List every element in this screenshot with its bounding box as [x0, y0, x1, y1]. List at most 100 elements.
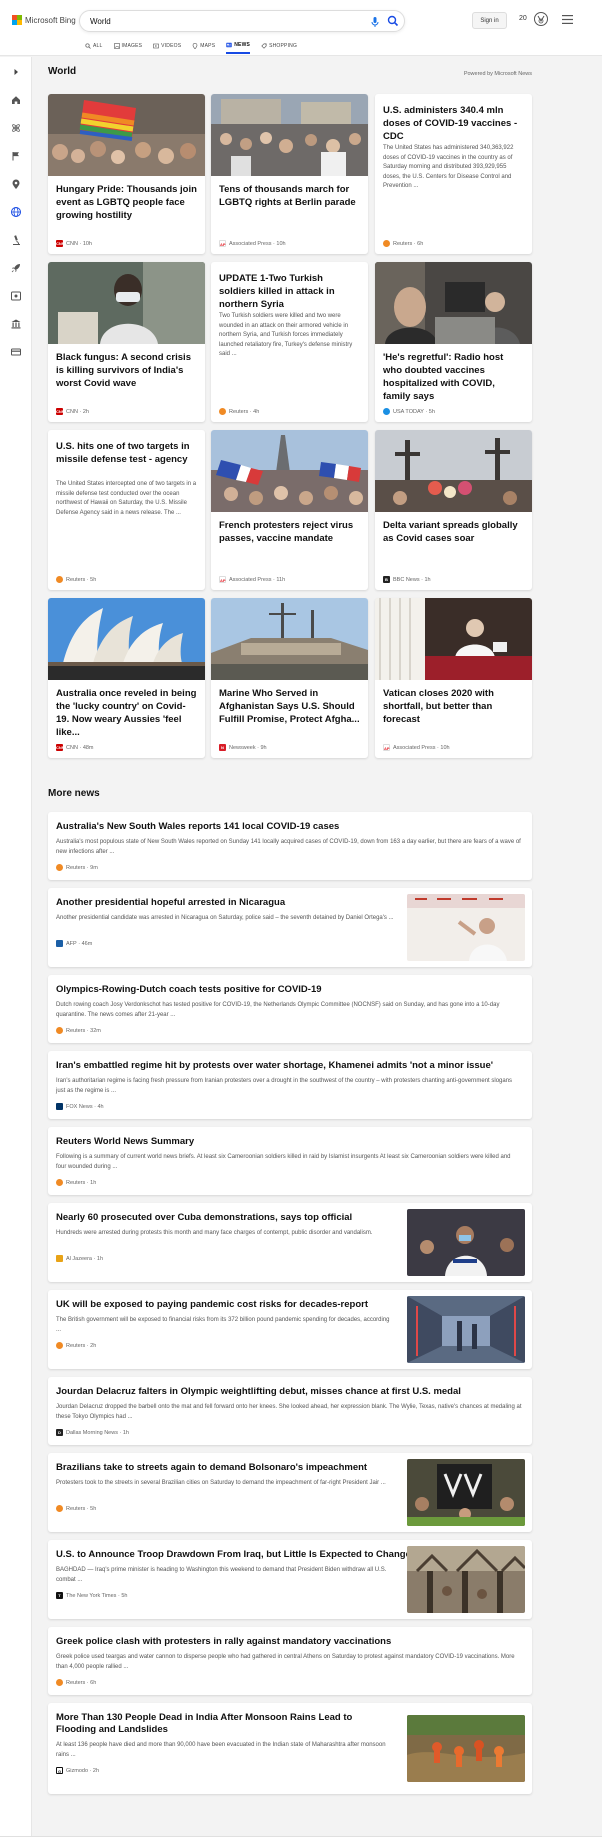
- home-icon[interactable]: [10, 94, 22, 106]
- list-item-source[interactable]: Reuters · 2h: [56, 1342, 96, 1349]
- card-source[interactable]: B BBC News · 1h: [383, 576, 431, 583]
- list-item-title[interactable]: U.S. to Announce Troop Drawdown From Ira…: [56, 1549, 411, 1561]
- card-source[interactable]: N Newsweek · 9h: [219, 744, 267, 751]
- list-item-source[interactable]: FOX News · 4h: [56, 1103, 104, 1110]
- news-card[interactable]: Marine Who Served in Afghanistan Says U.…: [211, 598, 368, 758]
- tab-maps[interactable]: MAPS: [192, 40, 215, 54]
- card-title[interactable]: U.S. administers 340.4 mln doses of COVI…: [383, 104, 524, 143]
- news-list-item[interactable]: Nearly 60 prosecuted over Cuba demonstra…: [48, 1203, 532, 1282]
- list-item-title[interactable]: Reuters World News Summary: [56, 1136, 194, 1148]
- card-source[interactable]: AP Associated Press · 10h: [219, 240, 286, 247]
- sign-in-button[interactable]: Sign in: [472, 12, 507, 29]
- bing-logo[interactable]: Microsoft Bing: [12, 15, 76, 25]
- news-card[interactable]: Hungary Pride: Thousands join event as L…: [48, 94, 205, 254]
- rewards-medal-icon[interactable]: [533, 11, 549, 27]
- card-title[interactable]: 'He's regretful': Radio host who doubted…: [383, 351, 524, 403]
- news-list-item[interactable]: U.S. to Announce Troop Drawdown From Ira…: [48, 1540, 532, 1619]
- microphone-icon[interactable]: [368, 15, 382, 29]
- list-item-source[interactable]: D Dallas Morning News · 1h: [56, 1429, 129, 1436]
- list-item-title[interactable]: Greek police clash with protesters in ra…: [56, 1636, 391, 1648]
- card-source[interactable]: AP Associated Press · 11h: [219, 576, 285, 583]
- search-icon[interactable]: [386, 14, 400, 28]
- hamburger-menu-icon[interactable]: [562, 15, 573, 24]
- search-input[interactable]: [90, 15, 330, 28]
- news-list-item[interactable]: Greek police clash with protesters in ra…: [48, 1627, 532, 1695]
- list-item-title[interactable]: Iran's embattled regime hit by protests …: [56, 1060, 493, 1072]
- card-title[interactable]: French protesters reject virus passes, v…: [219, 519, 360, 545]
- news-list-item[interactable]: Iran's embattled regime hit by protests …: [48, 1051, 532, 1119]
- list-item-title[interactable]: Australia's New South Wales reports 141 …: [56, 821, 339, 833]
- tab-shopping[interactable]: SHOPPING: [261, 40, 297, 54]
- card-source[interactable]: CNN CNN · 10h: [56, 240, 92, 247]
- list-item-source[interactable]: Reuters · 9m: [56, 864, 98, 871]
- card-source[interactable]: USA TODAY · 5h: [383, 408, 435, 415]
- money-icon[interactable]: [10, 346, 22, 358]
- list-item-source[interactable]: Reuters · 1h: [56, 1179, 96, 1186]
- list-item-title[interactable]: Nearly 60 prosecuted over Cuba demonstra…: [56, 1212, 352, 1224]
- list-item-title[interactable]: Brazilians take to streets again to dema…: [56, 1462, 367, 1474]
- tab-news[interactable]: NEWS: [226, 40, 251, 54]
- news-list-item[interactable]: Reuters World News Summary Following is …: [48, 1127, 532, 1195]
- news-list-item[interactable]: Brazilians take to streets again to dema…: [48, 1453, 532, 1532]
- tab-images[interactable]: IMAGES: [113, 40, 143, 54]
- expand-icon[interactable]: [10, 66, 22, 78]
- news-card[interactable]: U.S. administers 340.4 mln doses of COVI…: [375, 94, 532, 254]
- flag-icon[interactable]: [10, 150, 22, 162]
- politics-icon[interactable]: [10, 318, 22, 330]
- news-list-item[interactable]: Olympics-Rowing-Dutch coach tests positi…: [48, 975, 532, 1043]
- card-title[interactable]: Australia once reveled in being the 'luc…: [56, 687, 197, 739]
- news-list-item[interactable]: UK will be exposed to paying pandemic co…: [48, 1290, 532, 1369]
- list-item-source[interactable]: Reuters · 32m: [56, 1027, 101, 1034]
- card-title[interactable]: Black fungus: A second crisis is killing…: [56, 351, 197, 390]
- news-card[interactable]: Tens of thousands march for LGBTQ rights…: [211, 94, 368, 254]
- news-list-item[interactable]: More Than 130 People Dead in India After…: [48, 1703, 532, 1794]
- card-title[interactable]: Marine Who Served in Afghanistan Says U.…: [219, 687, 360, 726]
- news-card[interactable]: Black fungus: A second crisis is killing…: [48, 262, 205, 422]
- list-item-title[interactable]: Olympics-Rowing-Dutch coach tests positi…: [56, 984, 322, 996]
- news-card[interactable]: UPDATE 1-Two Turkish soldiers killed in …: [211, 262, 368, 422]
- list-item-title[interactable]: Another presidential hopeful arrested in…: [56, 897, 285, 909]
- card-title[interactable]: Delta variant spreads globally as Covid …: [383, 519, 524, 545]
- location-icon[interactable]: [10, 178, 22, 190]
- entertainment-icon[interactable]: [10, 290, 22, 302]
- card-title[interactable]: Vatican closes 2020 with shortfall, but …: [383, 687, 524, 726]
- list-item-source[interactable]: G Gizmodo · 2h: [56, 1767, 99, 1774]
- list-item-source[interactable]: AFP · 46m: [56, 940, 92, 947]
- card-source[interactable]: Reuters · 5h: [56, 576, 96, 583]
- card-title[interactable]: Tens of thousands march for LGBTQ rights…: [219, 183, 360, 209]
- source-name: FOX News: [66, 1103, 93, 1110]
- list-item-source[interactable]: Reuters · 6h: [56, 1679, 96, 1686]
- news-card[interactable]: Delta variant spreads globally as Covid …: [375, 430, 532, 590]
- list-item-source[interactable]: Al Jazeera · 1h: [56, 1255, 103, 1262]
- list-item-title[interactable]: Jourdan Delacruz falters in Olympic weig…: [56, 1386, 461, 1398]
- list-item-source[interactable]: Reuters · 5h: [56, 1505, 96, 1512]
- card-source[interactable]: Reuters · 6h: [383, 240, 423, 247]
- tab-videos[interactable]: VIDEOS: [153, 40, 181, 54]
- card-title[interactable]: U.S. hits one of two targets in missile …: [56, 440, 197, 466]
- card-source[interactable]: AP Associated Press · 10h: [383, 744, 450, 751]
- list-item-title[interactable]: More Than 130 People Dead in India After…: [56, 1712, 386, 1736]
- card-source[interactable]: CNN CNN · 48m: [56, 744, 94, 751]
- science-icon[interactable]: [10, 122, 22, 134]
- rocket-icon[interactable]: [10, 262, 22, 274]
- news-list-item[interactable]: Jourdan Delacruz falters in Olympic weig…: [48, 1377, 532, 1445]
- card-title[interactable]: Hungary Pride: Thousands join event as L…: [56, 183, 197, 222]
- news-card[interactable]: U.S. hits one of two targets in missile …: [48, 430, 205, 590]
- article-age: 5h: [90, 576, 97, 583]
- news-card[interactable]: Vatican closes 2020 with shortfall, but …: [375, 598, 532, 758]
- rewards-points[interactable]: 20: [519, 15, 527, 22]
- news-list-item[interactable]: Another presidential hopeful arrested in…: [48, 888, 532, 967]
- globe-icon[interactable]: [10, 206, 22, 218]
- news-card[interactable]: French protesters reject virus passes, v…: [211, 430, 368, 590]
- tab-all[interactable]: ALL: [85, 40, 103, 54]
- list-item-title[interactable]: UK will be exposed to paying pandemic co…: [56, 1299, 368, 1311]
- list-item-source[interactable]: T The New York Times · 5h: [56, 1592, 127, 1599]
- card-source[interactable]: CNN CNN · 2h: [56, 408, 89, 415]
- news-card[interactable]: 'He's regretful': Radio host who doubted…: [375, 262, 532, 422]
- card-source[interactable]: Reuters · 4h: [219, 408, 259, 415]
- card-title[interactable]: UPDATE 1-Two Turkish soldiers killed in …: [219, 272, 360, 311]
- microscope-icon[interactable]: [10, 234, 22, 246]
- news-list-item[interactable]: Australia's New South Wales reports 141 …: [48, 812, 532, 880]
- ap-logo-icon: AP: [383, 744, 390, 751]
- news-card[interactable]: Australia once reveled in being the 'luc…: [48, 598, 205, 758]
